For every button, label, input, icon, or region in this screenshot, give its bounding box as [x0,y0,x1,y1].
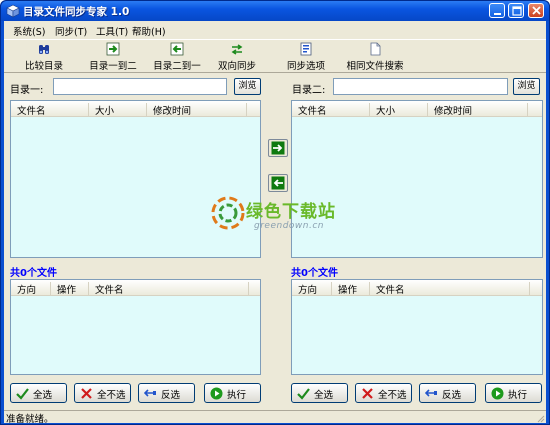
copy-right-button[interactable] [268,139,288,157]
dir2-file-list-header: 文件名 大小 修改时间 [292,101,542,117]
status-text: 准备就绪。 [6,414,54,425]
col-filename[interactable]: 文件名 [292,103,370,117]
dir2-operation-list-header: 方向 操作 文件名 [292,280,542,296]
sync-options-button[interactable]: 同步选项 [286,42,326,72]
col-operation[interactable]: 操作 [332,282,370,296]
dir2-select-all-button[interactable]: 全选 [291,383,348,403]
dir1-browse-button[interactable]: 浏览 [234,78,261,95]
title-bar[interactable]: 目录文件同步专家 1.0 [1,1,549,21]
col-modified[interactable]: 修改时间 [428,103,528,117]
minimize-button[interactable] [489,3,505,18]
copy-left-button[interactable] [268,174,288,192]
dir2-input[interactable] [333,78,508,95]
watermark: 绿色下载站 greendown.cn [210,191,350,241]
dir2-select-none-button[interactable]: 全不选 [355,383,412,403]
sync-options-label: 同步选项 [286,61,325,72]
select-none-label: 全不选 [378,390,407,401]
arrow-left-icon [170,42,184,56]
menu-system[interactable]: 系统(S) [13,24,45,38]
minimize-icon [494,13,501,15]
menu-help[interactable]: 帮助(H) [132,24,166,38]
col-filename[interactable]: 文件名 [370,282,530,296]
col-filename[interactable]: 文件名 [11,103,89,117]
client-area: 系统(S) 同步(T) 工具(T) 帮助(H) 比较目录 目录一到二 目录二到一… [4,21,546,425]
invert-label: 反选 [442,390,462,401]
dir2-label: 目录二: [292,85,326,96]
watermark-brand: 绿色下载站 [246,202,336,222]
dir2-execute-button[interactable]: 执行 [485,383,542,403]
document-icon [370,42,381,56]
dir2-to-dir1-button[interactable]: 目录二到一 [152,42,202,72]
play-icon [210,387,223,400]
select-none-label: 全不选 [97,390,126,401]
dir1-file-count: 共0个文件 [10,268,57,279]
menu-sync[interactable]: 同步(T) [55,24,87,38]
checkmark-icon [16,388,29,400]
dir2-operation-list[interactable]: 方向 操作 文件名 [291,279,543,375]
checkmark-icon [297,388,310,400]
col-size[interactable]: 大小 [370,103,428,117]
menu-tools[interactable]: 工具(T) [96,24,128,38]
arrow-right-icon [271,141,285,155]
select-all-label: 全选 [33,390,53,401]
options-icon [300,42,312,56]
menu-bar: 系统(S) 同步(T) 工具(T) 帮助(H) [4,21,546,39]
watermark-url: greendown.cn [254,221,324,231]
resize-grip-icon[interactable] [535,413,545,423]
invert-label: 反选 [161,390,181,401]
col-direction[interactable]: 方向 [11,282,51,296]
arrow-left-icon [271,176,285,190]
two-way-sync-icon [231,44,243,55]
dir2-to-dir1-label: 目录二到一 [153,61,201,72]
dir1-invert-button[interactable]: 反选 [138,383,195,403]
col-filename[interactable]: 文件名 [89,282,249,296]
app-icon [6,4,20,18]
two-way-sync-label: 双向同步 [217,61,256,72]
maximize-button[interactable] [508,3,524,18]
dir1-input[interactable] [53,78,227,95]
dir1-operation-list-header: 方向 操作 文件名 [11,280,260,296]
execute-label: 执行 [508,390,528,401]
binoculars-icon [39,45,49,54]
col-operation[interactable]: 操作 [51,282,89,296]
watermark-logo-icon [211,196,245,230]
dir2-invert-button[interactable]: 反选 [419,383,476,403]
same-file-search-label: 相同文件搜索 [346,61,404,72]
execute-label: 执行 [227,390,247,401]
dir1-to-dir2-label: 目录一到二 [89,61,137,72]
cross-icon [362,388,373,399]
col-modified[interactable]: 修改时间 [147,103,247,117]
invert-icon [425,389,437,397]
arrow-right-icon [106,42,120,56]
dir1-operation-list[interactable]: 方向 操作 文件名 [10,279,261,375]
dir1-to-dir2-button[interactable]: 目录一到二 [88,42,138,72]
dir1-select-all-button[interactable]: 全选 [10,383,67,403]
dir1-execute-button[interactable]: 执行 [204,383,261,403]
dir1-file-list-header: 文件名 大小 修改时间 [11,101,260,117]
invert-icon [144,389,156,397]
app-window: 目录文件同步专家 1.0 系统(S) 同步(T) 工具(T) 帮助(H) 比较目… [0,0,550,425]
status-bar: 准备就绪。 [4,410,546,425]
dir1-label: 目录一: [10,85,44,96]
dir1-select-none-button[interactable]: 全不选 [74,383,131,403]
window-title: 目录文件同步专家 1.0 [23,6,130,18]
cross-icon [81,388,92,399]
select-all-label: 全选 [314,390,334,401]
compare-label: 比较目录 [24,61,63,72]
compare-button[interactable]: 比较目录 [24,42,64,72]
dir2-browse-button[interactable]: 浏览 [513,78,540,95]
close-button[interactable] [528,3,544,18]
dir2-file-count: 共0个文件 [291,268,338,279]
maximize-icon [512,6,522,16]
toolbar: 比较目录 目录一到二 目录二到一 双向同步 同步选项 相同文件搜索 [4,39,546,73]
two-way-sync-button[interactable]: 双向同步 [217,42,257,72]
same-file-search-button[interactable]: 相同文件搜索 [344,42,406,72]
play-icon [491,387,504,400]
col-size[interactable]: 大小 [89,103,147,117]
close-icon [532,6,541,15]
col-direction[interactable]: 方向 [292,282,332,296]
